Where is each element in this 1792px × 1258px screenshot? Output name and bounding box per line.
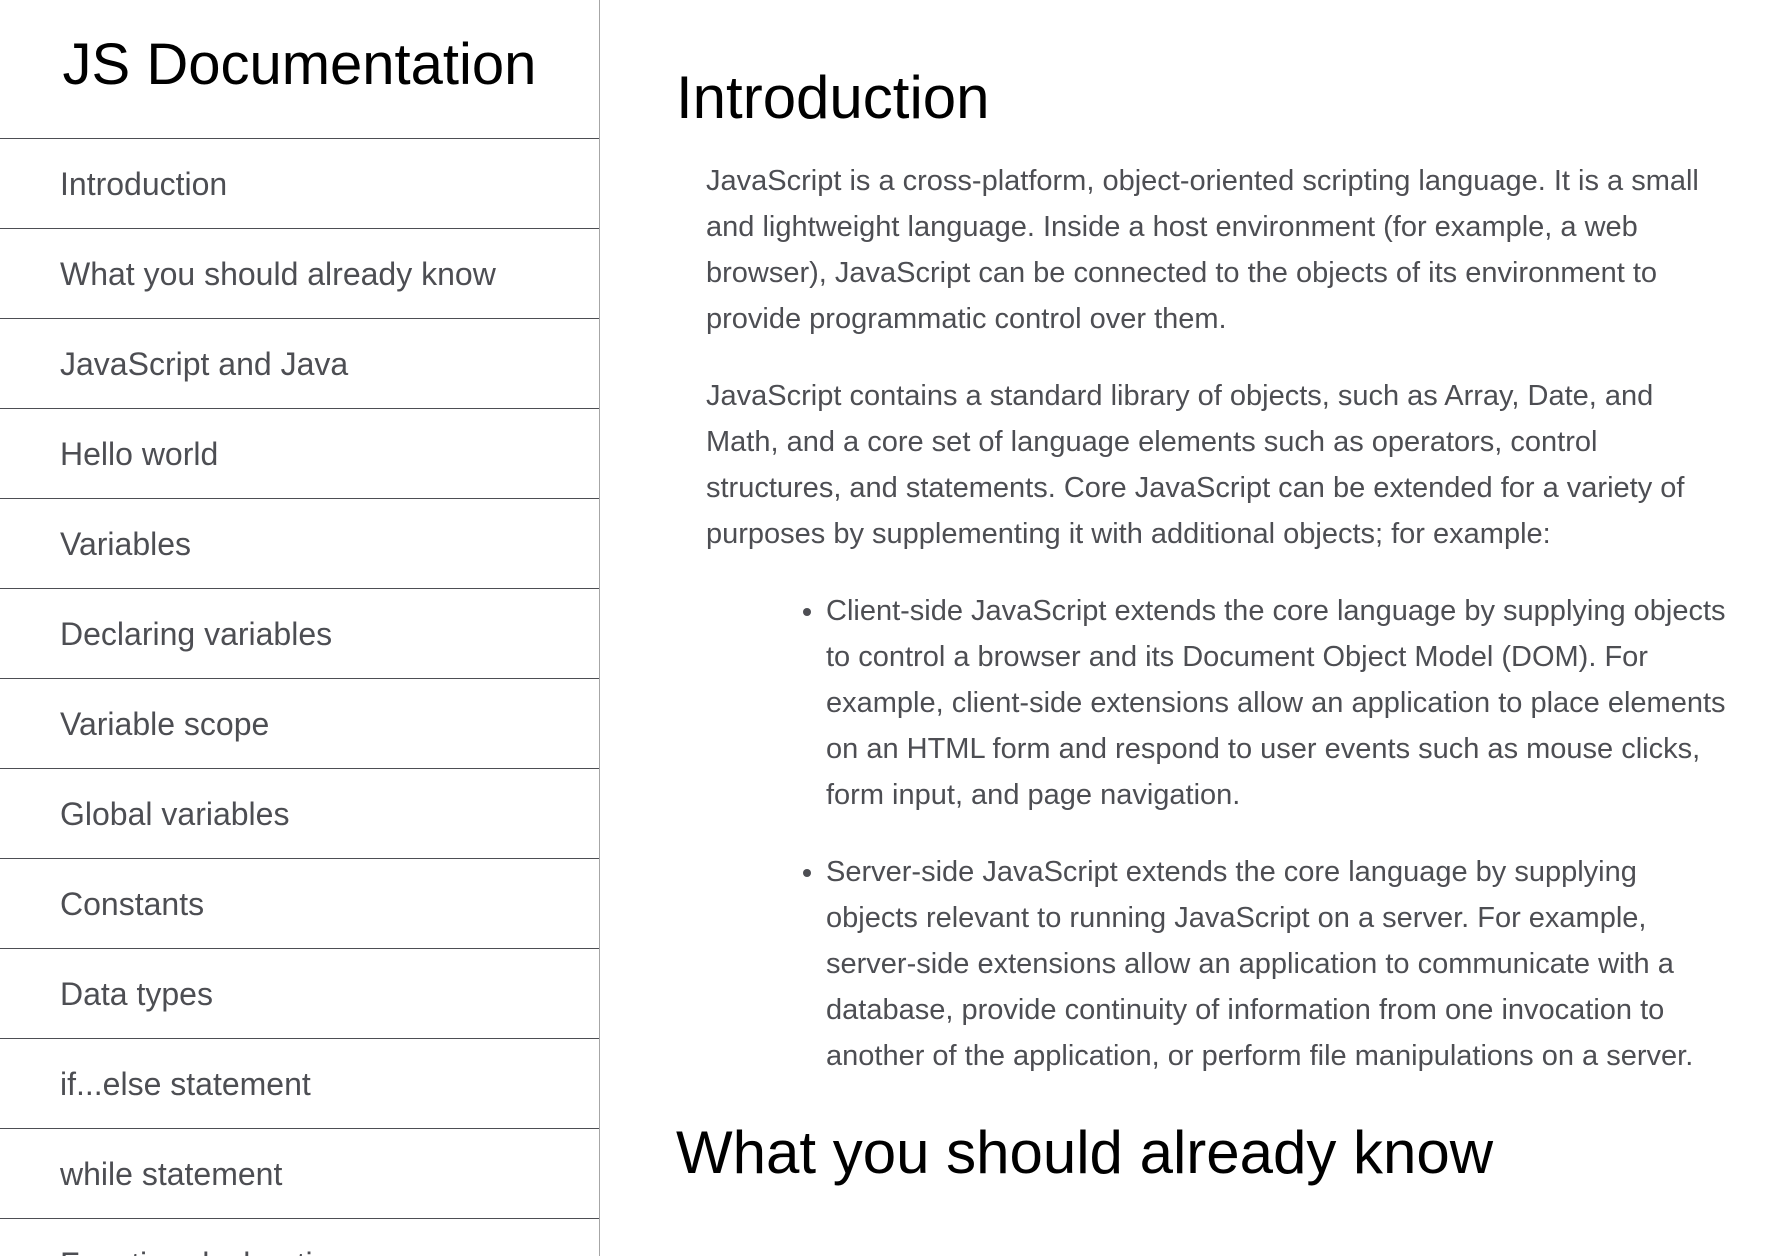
list-item: Client-side JavaScript extends the core …	[826, 588, 1726, 818]
section-what-you-should-already-know: What you should already know	[676, 1117, 1726, 1189]
nav-link-data-types[interactable]: Data types	[0, 949, 599, 1039]
nav-list: Introduction What you should already kno…	[0, 139, 599, 1258]
intro-paragraph: JavaScript is a cross-platform, object-o…	[706, 165, 1699, 335]
list-item: Server-side JavaScript extends the core …	[826, 849, 1726, 1079]
nav-link-variable-scope[interactable]: Variable scope	[0, 679, 599, 769]
section-introduction: Introduction JavaScript is a cross-platf…	[676, 62, 1726, 1079]
nav-link-declaring-variables[interactable]: Declaring variables	[0, 589, 599, 679]
nav-link-global-variables[interactable]: Global variables	[0, 769, 599, 859]
nav-link-function-declarations[interactable]: Function declarations	[0, 1219, 599, 1258]
nav-link-if-else-statement[interactable]: if...else statement	[0, 1039, 599, 1129]
sidebar-title: JS Documentation	[62, 32, 537, 97]
nav-link-javascript-and-java[interactable]: JavaScript and Java	[0, 319, 599, 409]
nav-link-while-statement[interactable]: while statement	[0, 1129, 599, 1219]
nav-link-constants[interactable]: Constants	[0, 859, 599, 949]
section-title-what-you-should-already-know: What you should already know	[676, 1119, 1494, 1186]
intro-bullet-list: Client-side JavaScript extends the core …	[706, 588, 1726, 1079]
section-title-introduction: Introduction	[676, 64, 990, 131]
sidebar-header: JS Documentation	[0, 0, 599, 139]
nav-link-variables[interactable]: Variables	[0, 499, 599, 589]
nav-link-hello-world[interactable]: Hello world	[0, 409, 599, 499]
nav-link-what-you-should-already-know[interactable]: What you should already know	[0, 229, 599, 319]
nav-link-introduction[interactable]: Introduction	[0, 139, 599, 229]
section-body-introduction: JavaScript is a cross-platform, object-o…	[676, 158, 1726, 1079]
sidebar-nav: JS Documentation Introduction What you s…	[0, 0, 600, 1258]
main-doc[interactable]: Introduction JavaScript is a cross-platf…	[676, 0, 1726, 1258]
intro-paragraph: JavaScript contains a standard library o…	[706, 380, 1685, 550]
